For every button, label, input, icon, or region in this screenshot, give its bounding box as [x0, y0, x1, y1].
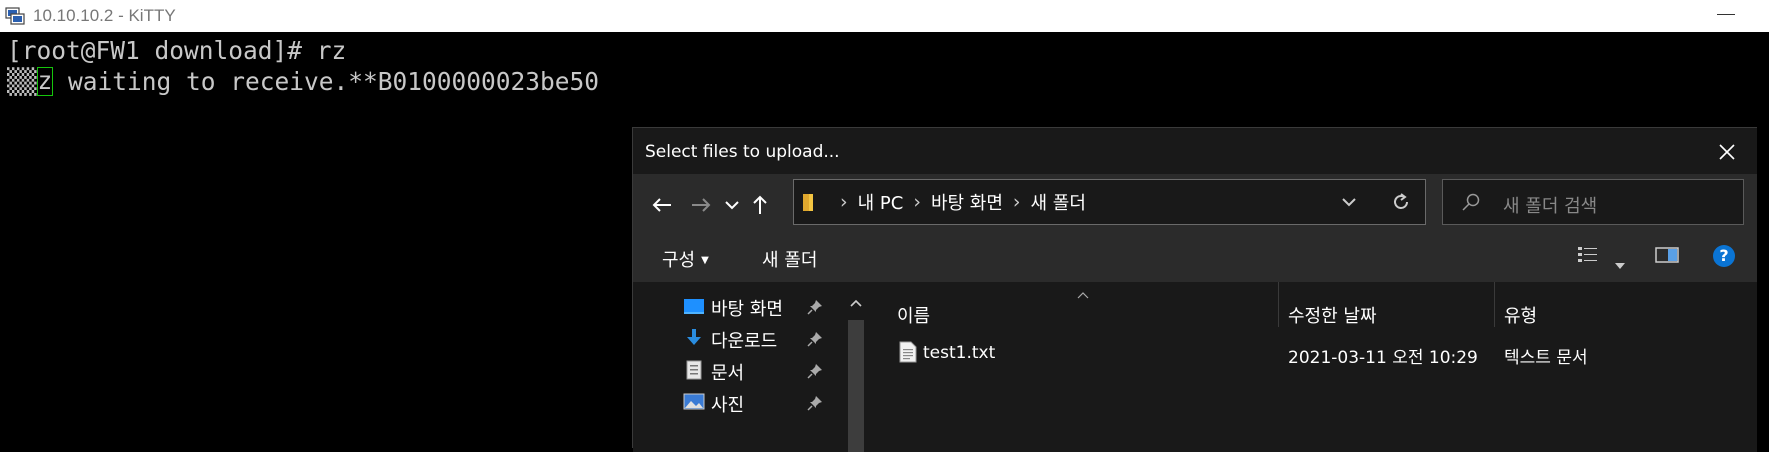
terminal-status-text: waiting to receive.**B0100000023be50 [53, 67, 600, 96]
download-icon [683, 328, 705, 352]
file-list-pane: 이름 수정한 날짜 유형 test1.txt 2021-03-11 오전 10:… [867, 282, 1757, 452]
address-dropdown-icon[interactable] [1341, 193, 1357, 212]
view-caret-down-icon[interactable] [1615, 254, 1625, 273]
search-box[interactable]: 새 폴더 검색 [1442, 179, 1744, 225]
window-titlebar: 10.10.10.2 - KiTTY [0, 0, 1769, 32]
breadcrumb-separator-icon[interactable]: › [1013, 191, 1021, 213]
nav-item-desktop[interactable]: 바탕 화면 [683, 293, 863, 323]
nav-item-label: 다운로드 [711, 331, 778, 352]
nav-item-label: 문서 [711, 363, 745, 384]
dialog-title: Select files to upload... [645, 142, 840, 162]
breadcrumb-separator-icon[interactable]: › [913, 191, 921, 213]
navigation-pane: 바탕 화면 다운로드 문서 사진 [633, 282, 868, 452]
up-arrow-icon[interactable] [747, 192, 773, 218]
nav-item-pictures[interactable]: 사진 [683, 389, 863, 419]
close-icon[interactable] [1717, 142, 1737, 162]
file-upload-dialog: Select files to upload... › 내 PC › 바탕 화면… [632, 127, 1757, 452]
search-placeholder: 새 폴더 검색 [1503, 196, 1598, 217]
help-icon[interactable]: ? [1713, 245, 1735, 267]
pin-icon[interactable] [807, 363, 823, 383]
terminal-line-status: ▒▒z waiting to receive.**B0100000023be50 [7, 66, 599, 97]
nav-item-downloads[interactable]: 다운로드 [683, 325, 863, 355]
column-header-type[interactable]: 유형 [1504, 302, 1537, 328]
pin-icon[interactable] [807, 331, 823, 351]
navigation-bar: › 내 PC › 바탕 화면 › 새 폴더 새 폴더 검색 [633, 174, 1757, 232]
terminal-cursor: z [36, 66, 54, 96]
file-type: 텍스트 문서 [1504, 348, 1588, 368]
nav-item-label: 사진 [711, 395, 745, 416]
address-bar[interactable]: › 내 PC › 바탕 화면 › 새 폴더 [793, 179, 1426, 225]
folder-icon [802, 192, 820, 212]
window-title: 10.10.10.2 - KiTTY [33, 6, 176, 25]
nav-item-documents[interactable]: 문서 [683, 357, 863, 387]
text-file-icon [899, 341, 917, 367]
preview-pane-icon[interactable] [1655, 245, 1679, 269]
scroll-up-icon[interactable] [850, 292, 862, 311]
terminal-line-command: [root@FW1 download]# rz [7, 36, 347, 65]
pictures-icon [683, 392, 705, 416]
pin-icon[interactable] [807, 395, 823, 415]
column-header-name[interactable]: 이름 [897, 302, 930, 328]
pin-icon[interactable] [807, 299, 823, 319]
organize-label: 구성 [662, 250, 696, 271]
recent-locations-chevron-icon[interactable] [719, 192, 745, 218]
scroll-thumb[interactable] [848, 320, 864, 452]
nav-pane-scrollbar[interactable] [843, 282, 867, 452]
column-header-date[interactable]: 수정한 날짜 [1288, 302, 1377, 328]
column-separator[interactable] [1278, 282, 1279, 327]
documents-icon [683, 360, 705, 384]
file-name: test1.txt [923, 343, 996, 363]
breadcrumb-this-pc[interactable]: 내 PC [858, 189, 904, 215]
terminal-garbage-chars: ▒▒ [7, 67, 37, 96]
kitty-app-icon[interactable] [5, 7, 25, 25]
refresh-icon[interactable] [1391, 192, 1411, 216]
file-row[interactable]: test1.txt 2021-03-11 오전 10:29 텍스트 문서 [867, 337, 1757, 371]
nav-item-label: 바탕 화면 [711, 299, 783, 320]
breadcrumb-new-folder[interactable]: 새 폴더 [1031, 189, 1086, 215]
column-separator[interactable] [1494, 282, 1495, 327]
sort-ascending-icon [1077, 284, 1089, 303]
minimize-icon[interactable] [1717, 14, 1735, 15]
file-date: 2021-03-11 오전 10:29 [1288, 348, 1478, 368]
command-toolbar: 구성 ▼ 새 폴더 ? [633, 232, 1757, 282]
organize-button[interactable]: 구성 ▼ [662, 246, 709, 272]
search-icon [1461, 192, 1481, 216]
forward-arrow-icon[interactable] [688, 192, 714, 218]
new-folder-button[interactable]: 새 폴더 [762, 246, 817, 272]
breadcrumb-separator-icon: › [840, 191, 848, 213]
desktop-icon [683, 297, 705, 319]
view-options-icon[interactable] [1577, 245, 1599, 269]
back-arrow-icon[interactable] [649, 192, 675, 218]
breadcrumb-desktop[interactable]: 바탕 화면 [931, 189, 1003, 215]
caret-down-icon: ▼ [701, 255, 709, 266]
